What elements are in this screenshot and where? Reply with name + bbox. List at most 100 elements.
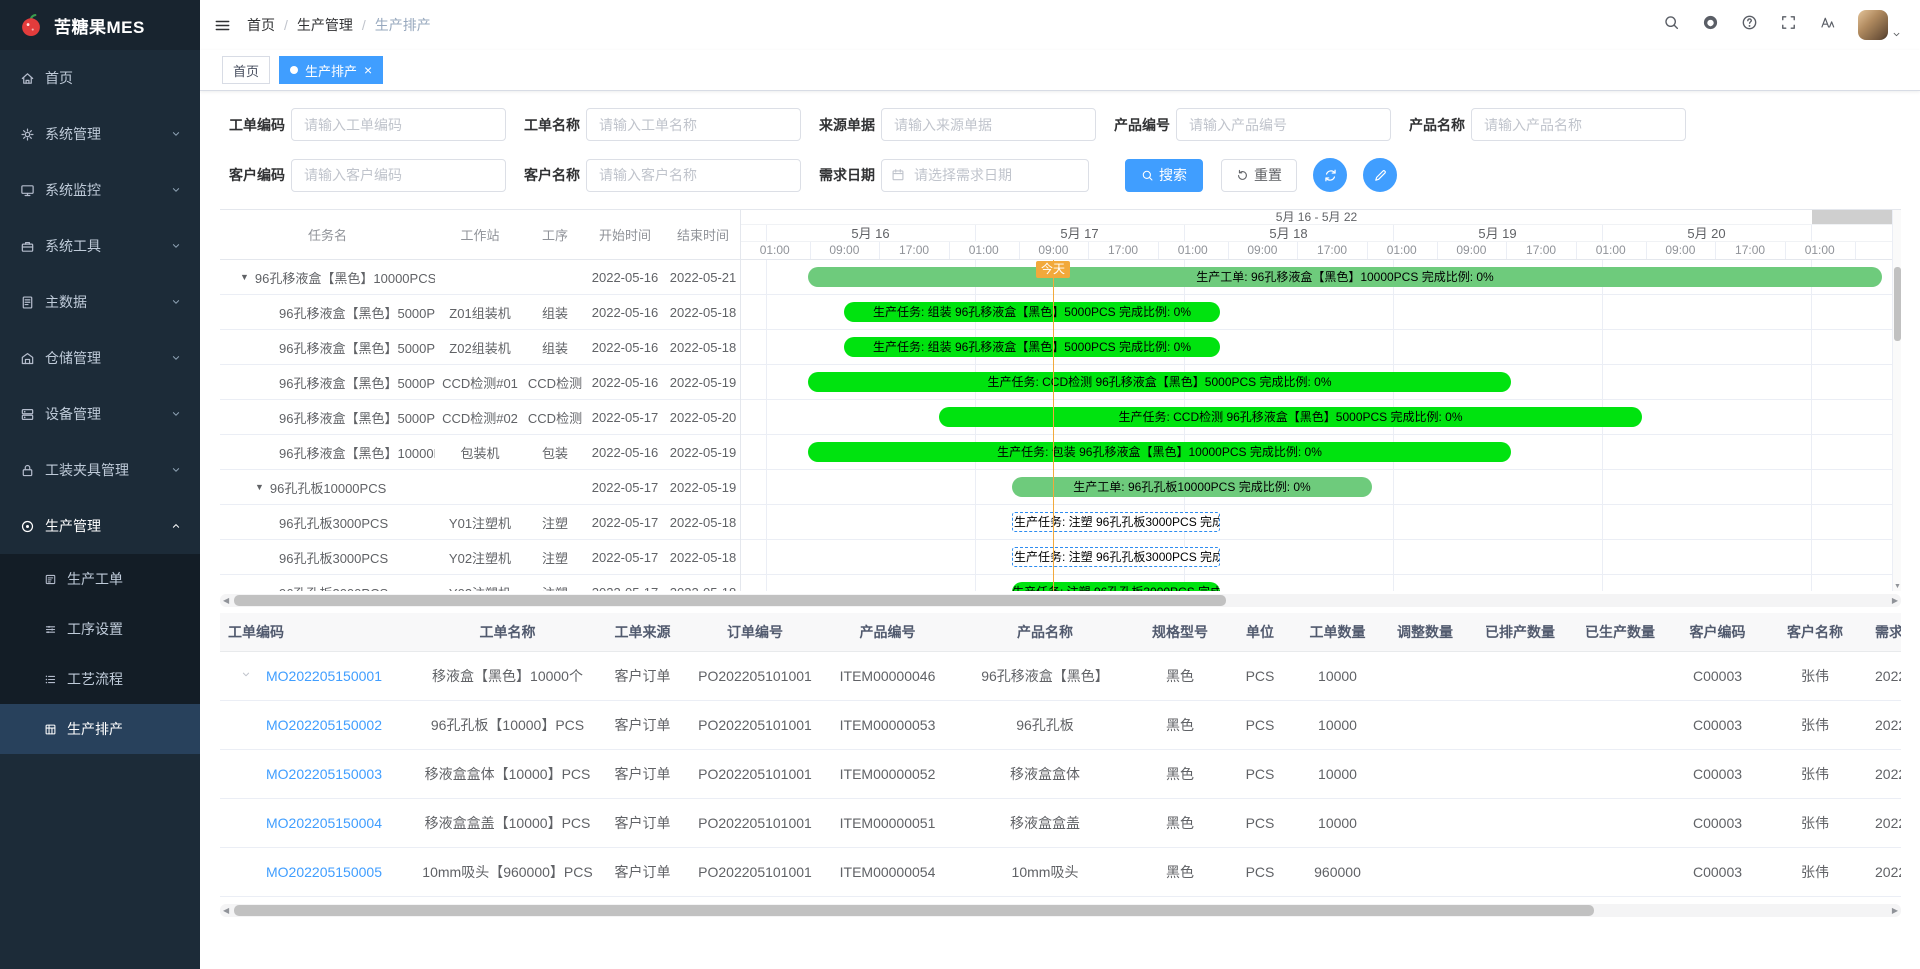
order-cell-spec: 黑色 [1135, 749, 1225, 798]
user-avatar[interactable] [1858, 10, 1902, 40]
app-logo[interactable]: 苦糖果MES [0, 0, 200, 50]
navbar-help-button[interactable] [1741, 14, 1758, 36]
gantt-bar-task-editing[interactable]: 生产任务: 注塑 96孔孔板3000PCS 完成比例: 0% [1012, 512, 1220, 532]
order-code-link[interactable]: MO202205150004 [266, 815, 382, 831]
sidebar-item-fixture-mgmt[interactable]: 工装夹具管理 [0, 442, 200, 498]
gantt-task-row[interactable]: 96孔移液盒【黑色】5000PCSZ01组装机组装2022-05-162022-… [220, 295, 740, 330]
scroll-right-arrow-icon[interactable]: ▶ [1892, 904, 1898, 917]
main-area: 首页/生产管理/生产排产 首页生产排产× 工单编码工单名称来源单据产品编号产品名… [200, 0, 1920, 969]
orders-horizontal-scrollbar-thumb[interactable] [234, 905, 1594, 916]
device-icon [20, 407, 35, 422]
scroll-left-arrow-icon[interactable]: ◀ [223, 594, 229, 607]
scroll-left-arrow-icon[interactable]: ◀ [223, 904, 229, 917]
sidebar-item-master-data[interactable]: 主数据 [0, 274, 200, 330]
sidebar-item-process-settings[interactable]: 工序设置 [0, 604, 200, 654]
order-cell-unit: PCS [1225, 847, 1295, 896]
orders-column-header: 客户编码 [1670, 613, 1765, 651]
source-doc-input[interactable] [881, 108, 1096, 141]
filter-product-code: 产品编号 [1114, 108, 1391, 141]
scroll-right-arrow-icon[interactable]: ▶ [1892, 594, 1898, 607]
sidebar-toggle-icon[interactable] [214, 17, 231, 34]
gantt-bar-task[interactable]: 生产任务: 注塑 96孔孔板3000PCS 完成比例: 0% [1012, 582, 1220, 591]
gantt-bar-task[interactable]: 生产任务: CCD检测 96孔移液盒【黑色】5000PCS 完成比例: 0% [808, 372, 1511, 392]
customer-code-input[interactable] [291, 159, 506, 192]
order-code-link[interactable]: MO202205150001 [266, 668, 382, 684]
scroll-down-arrow-icon[interactable]: ▼ [1893, 583, 1902, 590]
order-cell-order-no: PO202205101001 [690, 651, 820, 700]
gantt-horizontal-scrollbar-thumb[interactable] [234, 595, 1226, 606]
gantt-horizontal-scrollbar[interactable]: ◀ ▶ [220, 594, 1901, 607]
sidebar-item-production-mgmt[interactable]: 生产管理 [0, 498, 200, 554]
gantt-bar-label: 生产任务: CCD检测 96孔移液盒【黑色】5000PCS 完成比例: 0% [939, 407, 1642, 427]
demand-date-input[interactable] [881, 159, 1089, 192]
navbar-github-button[interactable] [1702, 14, 1719, 36]
customer-name-input[interactable] [586, 159, 801, 192]
gantt-bar-work-order[interactable]: 生产工单: 96孔孔板10000PCS 完成比例: 0% [1012, 477, 1372, 497]
order-cell-customer-code: C00003 [1670, 651, 1765, 700]
filter-input-wrap [291, 108, 506, 141]
search-button[interactable]: 搜索 [1125, 159, 1203, 192]
gantt-task-row[interactable]: ▼96孔移液盒【黑色】10000PCS2022-05-162022-05-21 [220, 260, 740, 295]
order-code-link[interactable]: MO202205150003 [266, 766, 382, 782]
gantt-bar-task[interactable]: 生产任务: CCD检测 96孔移液盒【黑色】5000PCS 完成比例: 0% [939, 407, 1642, 427]
gantt-task-process-cell: 注塑 [525, 583, 585, 592]
gantt-task-row[interactable]: 96孔移液盒【黑色】5000PCSZ02组装机组装2022-05-162022-… [220, 330, 740, 365]
gantt-bar-row: 生产任务: 组装 96孔移液盒【黑色】5000PCS 完成比例: 0% [741, 295, 1892, 330]
sidebar-item-system-mgmt[interactable]: 系统管理 [0, 106, 200, 162]
monitor-icon [20, 183, 35, 198]
product-code-input[interactable] [1176, 108, 1391, 141]
sidebar-item-system-tools[interactable]: 系统工具 [0, 218, 200, 274]
gantt-task-row[interactable]: 96孔孔板3000PCSY01注塑机注塑2022-05-172022-05-18 [220, 505, 740, 540]
tab-close-icon[interactable]: × [364, 63, 372, 77]
sidebar-item-label: 设备管理 [45, 404, 164, 424]
order-cell-spec: 黑色 [1135, 798, 1225, 847]
edit-schedule-button[interactable] [1363, 158, 1397, 192]
tab-production-schedule[interactable]: 生产排产× [279, 56, 383, 84]
gantt-task-row[interactable]: 96孔孔板3000PCSY03注塑机注塑2022-05-172022-05-18 [220, 575, 740, 591]
order-cell-produced-qty [1570, 847, 1670, 896]
gantt-task-start-cell: 2022-05-17 [585, 480, 665, 495]
breadcrumb-item[interactable]: 首页 [247, 15, 275, 35]
product-name-input[interactable] [1471, 108, 1686, 141]
tab-home[interactable]: 首页 [222, 56, 270, 84]
top-navbar: 首页/生产管理/生产排产 [200, 0, 1920, 50]
work-order-code-input[interactable] [291, 108, 506, 141]
sidebar-item-warehouse-mgmt[interactable]: 仓储管理 [0, 330, 200, 386]
gantt-task-row[interactable]: 96孔移液盒【黑色】5000PCSCCD检测#02CCD检测2022-05-17… [220, 400, 740, 435]
sidebar-item-home[interactable]: 首页 [0, 50, 200, 106]
gantt-bar-task-editing[interactable]: 生产任务: 注塑 96孔孔板3000PCS 完成比例: 0% [1012, 547, 1220, 567]
orders-horizontal-scrollbar[interactable]: ◀ ▶ [220, 904, 1901, 917]
reset-button[interactable]: 重置 [1221, 159, 1297, 192]
order-code-link[interactable]: MO202205150002 [266, 717, 382, 733]
sync-schedule-button[interactable] [1313, 158, 1347, 192]
sidebar-item-system-monitor[interactable]: 系统监控 [0, 162, 200, 218]
gantt-bar-work-order[interactable]: 生产工单: 96孔移液盒【黑色】10000PCS 完成比例: 0% [808, 267, 1882, 287]
gantt-task-row[interactable]: 96孔移液盒【黑色】5000PCSCCD检测#01CCD检测2022-05-16… [220, 365, 740, 400]
navbar-fullscreen-button[interactable] [1780, 14, 1797, 36]
gantt-bar-task[interactable]: 生产任务: 组装 96孔移液盒【黑色】5000PCS 完成比例: 0% [844, 302, 1220, 322]
gantt-task-row[interactable]: 96孔孔板3000PCSY02注塑机注塑2022-05-172022-05-18 [220, 540, 740, 575]
sidebar-item-production-schedule[interactable]: 生产排产 [0, 704, 200, 754]
gantt-bar-task[interactable]: 生产任务: 组装 96孔移液盒【黑色】5000PCS 完成比例: 0% [844, 337, 1220, 357]
tab-active-dot [290, 66, 298, 74]
gantt-task-row[interactable]: ▼96孔孔板10000PCS2022-05-172022-05-19 [220, 470, 740, 505]
sidebar-item-process-flow[interactable]: 工艺流程 [0, 654, 200, 704]
work-order-name-input[interactable] [586, 108, 801, 141]
gantt-task-end-cell: 2022-05-18 [665, 515, 740, 530]
hour-separator [1297, 242, 1298, 259]
sidebar-item-production-work-order[interactable]: 生产工单 [0, 554, 200, 604]
breadcrumb-item[interactable]: 生产管理 [297, 15, 353, 35]
order-code-link[interactable]: MO202205150005 [266, 864, 382, 880]
order-cell-demand-date: 2022 [1865, 847, 1901, 896]
gantt-vertical-scrollbar[interactable]: ▼ [1892, 210, 1901, 591]
navbar-search-button[interactable] [1663, 14, 1680, 36]
sidebar-item-equipment-mgmt[interactable]: 设备管理 [0, 386, 200, 442]
gantt-vertical-scrollbar-thumb[interactable] [1894, 267, 1901, 341]
refresh-icon [1236, 169, 1249, 182]
gantt-task-row[interactable]: 96孔移液盒【黑色】10000PCS包装机包装2022-05-162022-05… [220, 435, 740, 470]
row-expand-icon[interactable] [240, 668, 252, 683]
task-expand-caret-icon[interactable]: ▼ [240, 272, 249, 282]
task-expand-caret-icon[interactable]: ▼ [255, 482, 264, 492]
gantt-bar-task[interactable]: 生产任务: 包装 96孔移液盒【黑色】10000PCS 完成比例: 0% [808, 442, 1511, 462]
navbar-font-size-button[interactable] [1819, 14, 1836, 36]
